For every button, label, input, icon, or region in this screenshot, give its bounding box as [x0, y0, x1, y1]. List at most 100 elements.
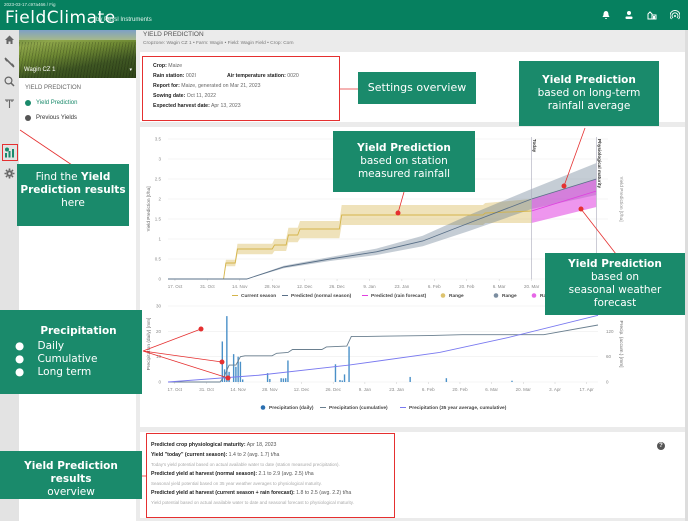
precip-daily-bar	[228, 371, 230, 382]
sidebar-item-label: Previous Yields	[36, 115, 78, 121]
maturity-value: Apr 18, 2023	[246, 442, 277, 448]
y-tick-label: 3.5	[155, 137, 162, 142]
x-tick-label: 28. Nov	[264, 284, 280, 289]
y-tick-label-right: 120	[606, 329, 614, 334]
yield-normal-value: 2.1 to 2.9 (avg. 2.5) t/ha	[258, 471, 314, 477]
precip-daily-bar	[239, 361, 242, 382]
legend-label: Range	[449, 293, 464, 299]
sidebar-item-yield-prediction[interactable]: Yield Prediction	[25, 100, 77, 106]
sidepanel-heading: YIELD PREDICTION	[25, 85, 82, 91]
y-tick-label: 10	[156, 354, 162, 359]
build-version: 2023-03-17.c97a466 / Fig	[4, 2, 56, 7]
home-icon[interactable]	[4, 34, 15, 45]
sidebar-item-previous-yields[interactable]: Previous Yields	[25, 115, 77, 121]
x-tick-label: 9. Jan	[363, 284, 376, 289]
farm-icon[interactable]	[647, 10, 657, 20]
callout-station: Yield Prediction based on station measur…	[333, 131, 475, 192]
field-image[interactable]: Wagin CZ 1 ▾	[19, 30, 136, 78]
legend-label: Range	[502, 293, 517, 299]
precip-daily-bar	[280, 378, 282, 382]
previous-yields-dot-icon	[25, 115, 31, 121]
callout-seasonal-title: Yield Prediction	[568, 257, 662, 270]
legend-label: Predicted (normal season)	[291, 293, 352, 299]
x-tick-label: 20. Mar	[516, 387, 532, 392]
rain-station-value: 002I	[185, 73, 196, 79]
y-tick-label: 1.5	[155, 217, 162, 222]
callout-longterm: Yield Prediction based on long-term rain…	[519, 61, 659, 126]
sowing-label: Sowing date:	[153, 93, 186, 99]
legend-label: Precipitation (cumulative)	[329, 405, 388, 411]
callout-settings-text: Settings overview	[367, 81, 467, 95]
bell-icon[interactable]	[601, 10, 611, 20]
rain-station-label: Rain station:	[153, 73, 185, 79]
precip-daily-bar	[511, 380, 513, 382]
series-line-precipitation-35-year-average-cumulative-	[167, 314, 599, 383]
page-header: YIELD PREDICTION Cropzone: Wagin CZ 1 • …	[140, 30, 685, 52]
help-icon[interactable]: ?	[657, 442, 665, 450]
precip-daily-bar	[339, 379, 341, 382]
x-tick-label: 12. Dec	[294, 387, 310, 392]
x-tick-label: 31. Oct	[200, 284, 215, 289]
field-dropdown-caret[interactable]: ▾	[129, 67, 132, 73]
legend-label: Predicted (rain forecast)	[371, 293, 427, 299]
yield-today-value: 1.4 to 2 (avg. 1.7) t/ha	[228, 452, 280, 458]
search-zoom-icon[interactable]	[4, 76, 15, 87]
precip-daily-bar	[269, 378, 271, 382]
precip-daily-bar	[409, 376, 411, 382]
y-tick-label: 30	[156, 304, 162, 309]
yield-normal-note: Seasonal yield potential based on 35 yea…	[151, 481, 322, 486]
callout-seasonal-text: based on seasonal weather forecast	[568, 270, 662, 310]
callout-longterm-text: based on long-term rainfall average	[537, 86, 641, 113]
y-axis-label-right: Precip. (accum.) [mm]	[618, 321, 624, 368]
series-line-precipitation-cumulative-	[168, 324, 599, 383]
callout-precip-item: ● Cumulative	[15, 353, 98, 365]
top-bar: 2023-03-17.c97a466 / Fig FieldClimate by…	[0, 0, 688, 30]
precip-daily-bar	[282, 378, 285, 382]
report-label: Report for:	[153, 83, 180, 89]
callout-results-bold: Yield Prediction results	[24, 460, 118, 486]
yield-forecast-note: Yield potential based on actual availabl…	[151, 500, 354, 505]
y-tick-label: 0	[158, 277, 161, 282]
antenna-icon[interactable]	[4, 98, 15, 109]
harvest-value: Apr 13, 2023	[210, 103, 241, 109]
x-tick-label: 17. Oct	[168, 284, 183, 289]
yield-forecast-value: 1.8 to 2.5 (avg. 2.2) t/ha	[296, 490, 352, 496]
callout-precip-item-label: Cumulative	[37, 353, 98, 365]
gear-icon[interactable]	[4, 168, 15, 179]
maturity-label: Predicted crop physiological maturity:	[151, 442, 246, 448]
crop-value: Maize	[168, 63, 183, 69]
user-icon[interactable]	[624, 10, 634, 20]
callout-precip-item-label: Long term	[37, 366, 92, 379]
y-tick-label: 0.5	[155, 257, 162, 262]
legend-swatch	[440, 293, 446, 298]
precip-daily-bar	[235, 366, 237, 382]
x-tick-label: 6. Mar	[493, 284, 506, 289]
left-rail	[0, 30, 19, 521]
y-axis-label: Precipitation (daily) [mm]	[146, 318, 152, 371]
x-tick-label: 20. Feb	[459, 284, 475, 289]
callout-station-title: Yield Prediction	[357, 141, 451, 154]
y-tick-label: 3	[158, 157, 161, 162]
y-tick-label: 1	[158, 237, 161, 242]
x-tick-label: 20. Feb	[452, 387, 468, 392]
air-temp-label: Air temperature station:	[227, 73, 286, 79]
plot-line-label: Today	[532, 139, 537, 153]
results-highlight-box: Predicted crop physiological maturity: A…	[146, 433, 395, 518]
precip-daily-bar	[445, 378, 448, 382]
field-name: Wagin CZ 1	[24, 67, 56, 73]
settings-highlight-box: Crop: Maize Rain station: 002I Air tempe…	[142, 56, 340, 121]
plot-line-label: Physiological maturity	[597, 139, 602, 188]
signal-icon[interactable]	[670, 10, 680, 20]
yield-chart-icon[interactable]	[4, 147, 15, 158]
yield-today-label: Yield "today" (current season):	[151, 452, 228, 458]
legend-swatch	[493, 293, 499, 298]
satellite-icon[interactable]	[4, 57, 15, 68]
callout-settings-overview: Settings overview	[358, 72, 476, 104]
precipitation-chart[interactable]: 010203006012018017. Oct31. Oct14. Nov28.…	[140, 302, 685, 427]
callout-station-text: based on station measured rainfall	[357, 154, 451, 181]
x-tick-label: 6. Mar	[485, 387, 498, 392]
y-tick-label: 0	[158, 380, 161, 385]
callout-precip-item: ● Daily	[15, 339, 65, 352]
x-tick-label: 17. Apr	[580, 387, 595, 392]
y-tick-label-right: 0	[606, 380, 609, 385]
